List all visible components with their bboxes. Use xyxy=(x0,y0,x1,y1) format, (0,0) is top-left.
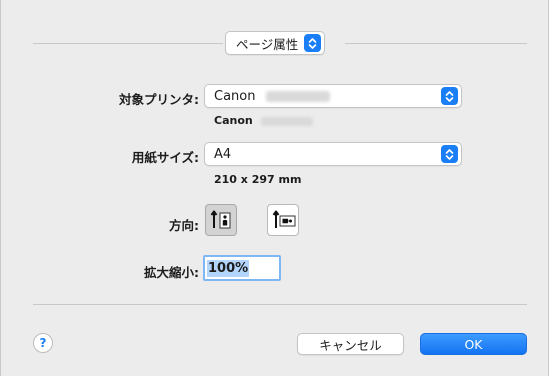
paper-size-popup[interactable]: A4 xyxy=(204,142,462,166)
chevron-updown-icon xyxy=(441,145,458,163)
paper-size-value: A4 xyxy=(214,146,232,162)
printer-subtitle: Canon xyxy=(214,114,313,127)
paper-size-label: 用紙サイズ: xyxy=(131,150,199,165)
scale-value: 100% xyxy=(207,259,250,277)
orientation-landscape-button[interactable] xyxy=(267,204,299,236)
orientation-portrait-button[interactable] xyxy=(205,204,237,236)
cancel-button-label: キャンセル xyxy=(319,337,382,353)
top-separator-left xyxy=(33,43,223,44)
chevron-updown-icon xyxy=(304,34,322,52)
top-separator-right xyxy=(345,43,527,44)
printer-subtitle-text: Canon xyxy=(214,114,253,127)
printer-popup[interactable]: Canon xyxy=(204,84,462,108)
paper-dimensions: 210 x 297 mm xyxy=(214,173,302,186)
printer-value: Canon xyxy=(214,88,256,104)
cancel-button[interactable]: キャンセル xyxy=(297,333,404,355)
orientation-label: 方向: xyxy=(169,218,199,233)
scale-label: 拡大縮小: xyxy=(144,265,199,280)
question-icon: ? xyxy=(39,336,47,350)
settings-popup[interactable]: ページ属性 xyxy=(225,31,326,55)
help-button[interactable]: ? xyxy=(33,333,53,353)
ok-button[interactable]: OK xyxy=(420,333,527,355)
redacted-model-subtitle xyxy=(260,116,313,126)
scale-input[interactable]: 100% xyxy=(203,255,281,281)
bottom-separator xyxy=(33,304,527,305)
landscape-icon xyxy=(272,210,296,228)
page-setup-dialog: ページ属性 対象プリンタ: Canon Canon 用紙サイズ: A4 210 … xyxy=(0,0,549,376)
redacted-model-name xyxy=(265,90,330,102)
portrait-icon xyxy=(210,210,231,229)
ok-button-label: OK xyxy=(464,336,483,352)
chevron-updown-icon xyxy=(441,87,458,105)
printer-label: 対象プリンタ: xyxy=(119,92,199,107)
settings-popup-label: ページ属性 xyxy=(236,36,299,52)
